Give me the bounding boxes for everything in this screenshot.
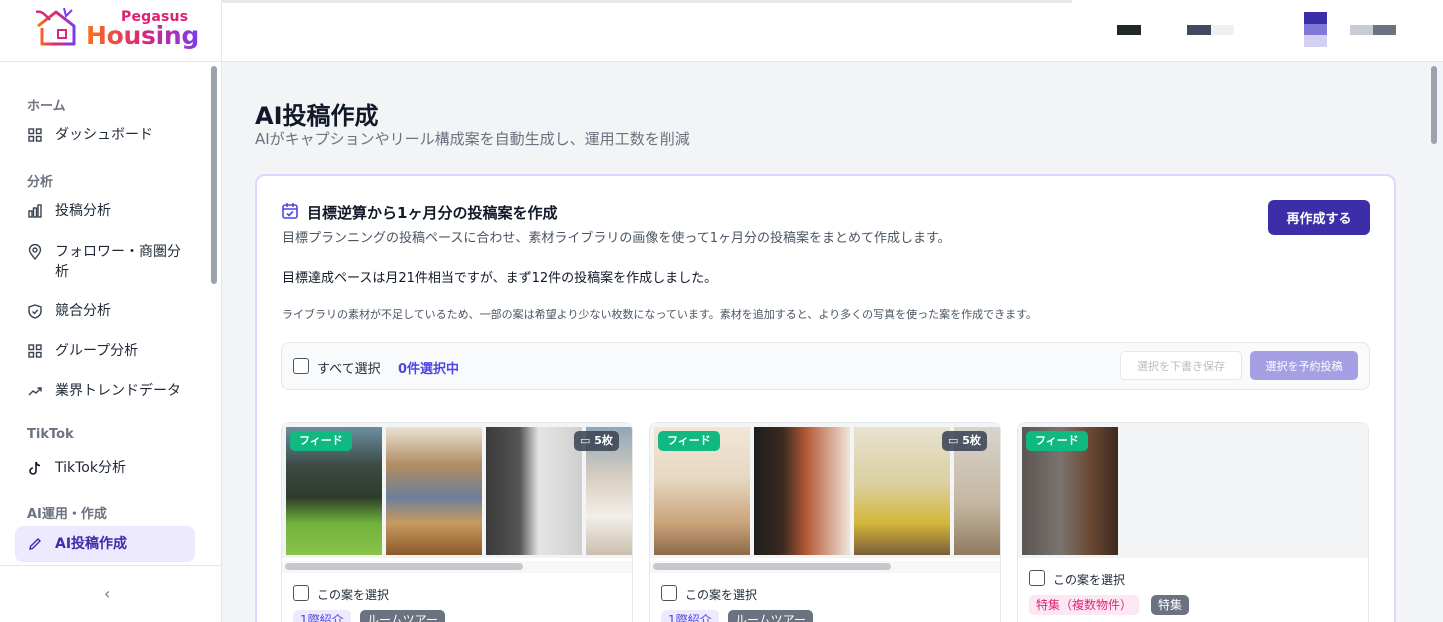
photo-count-text: 5枚 [594, 434, 613, 447]
proposal-checkbox[interactable] [1029, 570, 1045, 586]
sidebar-section-analysis: 分析 [27, 175, 54, 190]
photo-room-3 [854, 427, 950, 555]
photo-kitchen [486, 427, 582, 555]
select-all-label[interactable]: すべて選択 [317, 358, 381, 377]
proposal-checkbox[interactable] [293, 585, 309, 601]
tag-room-tour: ルームツアー [360, 610, 445, 622]
chevron-left-icon[interactable]: ‹ [104, 584, 110, 603]
card-note: ライブラリの素材が不足しているため、一部の案は希望より少ない枚数になっています。… [282, 308, 1038, 321]
sidebar-item-trends[interactable]: 業界トレンドデータ [15, 381, 195, 401]
bar-chart-icon [27, 201, 43, 221]
proposal-select-label[interactable]: この案を選択 [317, 586, 389, 603]
select-all-checkbox[interactable] [293, 358, 309, 374]
photo-carousel[interactable]: フィード ▭ 5枚 [282, 423, 632, 558]
photo-carousel[interactable]: フィード [1018, 423, 1368, 558]
feed-badge: フィード [290, 431, 352, 451]
feed-badge: フィード [658, 431, 720, 451]
proposal-card-2: フィード ▭ 5枚 この案を選択 1際紹介 ルームツアー [649, 422, 1001, 622]
avatar[interactable] [1304, 12, 1327, 24]
monthly-plan-card: 目標逆算から1ヶ月分の投稿案を作成 目標プランニングの投稿ペースに合わせ、素材ラ… [255, 174, 1396, 622]
avatar-mid [1304, 24, 1327, 35]
sidebar-item-label: AI投稿作成 [55, 536, 128, 552]
photo-living [386, 427, 482, 555]
sidebar-item-ai-post[interactable]: AI投稿作成 [15, 526, 195, 562]
sidebar-section-ai: AI運用・作成 [27, 507, 107, 522]
header-redacted-4[interactable] [1350, 25, 1373, 35]
tag-introduction: 1際紹介 [293, 610, 351, 622]
page-title: AI投稿作成 [255, 102, 379, 130]
header-divider [222, 0, 1072, 3]
sidebar-item-label: フォロワー・商圏分析 [55, 244, 181, 280]
tag-feature-multi: 特集（複数物件） [1029, 595, 1140, 615]
proposal-checkbox[interactable] [661, 585, 677, 601]
proposal-card-1: フィード ▭ 5枚 この案を選択 1際紹介 ルームツアー [281, 422, 633, 622]
images-icon: ▭ [580, 434, 591, 447]
sidebar-item-label: グループ分析 [55, 343, 139, 359]
grid-icon [27, 125, 43, 145]
sidebar-item-label: 業界トレンドデータ [55, 383, 181, 399]
photo-carousel[interactable]: フィード ▭ 5枚 [650, 423, 1000, 558]
sidebar-section-home: ホーム [27, 99, 66, 114]
sidebar-item-dashboard[interactable]: ダッシュボード [15, 125, 195, 145]
header-redacted-3[interactable] [1211, 25, 1234, 35]
regenerate-button[interactable]: 再作成する [1268, 200, 1370, 235]
selected-count: 0件選択中 [398, 362, 460, 377]
main-content: AI投稿作成 AIがキャプションやリール構成案を自動生成し、運用工数を削減 目標… [222, 62, 1443, 622]
tiktok-icon [27, 458, 43, 478]
calendar-check-icon [282, 203, 298, 219]
sidebar-item-follower-area[interactable]: フォロワー・商圏分析 [15, 242, 195, 282]
photo-count-badge: ▭ 5枚 [574, 431, 619, 451]
sidebar-item-competitor[interactable]: 競合分析 [15, 301, 195, 321]
card-summary: 目標達成ペースは月21件相当ですが、まず12件の投稿案を作成しました。 [282, 271, 718, 286]
photo-room-2 [754, 427, 850, 555]
avatar-bottom [1304, 35, 1327, 47]
tag-feature: 特集 [1151, 595, 1190, 615]
selection-toolbar: すべて選択 0件選択中 選択を下書き保存 選択を予約投稿 [281, 342, 1370, 390]
schedule-post-button[interactable]: 選択を予約投稿 [1250, 351, 1358, 380]
logo-text-large: Housing [86, 21, 199, 50]
main-scrollbar[interactable] [1431, 66, 1437, 144]
grid-icon [27, 341, 43, 361]
page-subtitle: AIがキャプションやリール構成案を自動生成し、運用工数を削減 [255, 130, 690, 148]
carousel-scrollbar[interactable] [285, 563, 523, 570]
header-redacted-5[interactable] [1373, 25, 1396, 35]
house-logo-icon [35, 7, 76, 46]
card-description: 目標プランニングの投稿ペースに合わせ、素材ライブラリの画像を使って1ヶ月分の投稿… [282, 231, 951, 246]
proposal-select-label[interactable]: この案を選択 [685, 586, 757, 603]
sidebar-item-group[interactable]: グループ分析 [15, 341, 195, 361]
save-draft-button[interactable]: 選択を下書き保存 [1120, 351, 1242, 380]
sidebar-item-label: TikTok分析 [55, 460, 126, 476]
carousel-scrollbar[interactable] [653, 563, 891, 570]
photo-count-badge: ▭ 5枚 [942, 431, 987, 451]
sidebar-footer: ‹ [0, 565, 221, 622]
tag-introduction: 1際紹介 [661, 610, 719, 622]
photo-count-text: 5枚 [962, 434, 981, 447]
sidebar-item-tiktok[interactable]: TikTok分析 [15, 458, 195, 478]
header-redacted-1[interactable] [1117, 25, 1141, 35]
trend-up-icon [27, 381, 43, 401]
shield-icon [27, 301, 43, 321]
map-pin-icon [27, 242, 43, 262]
sidebar-section-tiktok: TikTok [27, 427, 74, 442]
sidebar-item-label: 競合分析 [55, 303, 111, 319]
pencil-icon [27, 534, 43, 554]
card-title: 目標逆算から1ヶ月分の投稿案を作成 [307, 204, 558, 222]
proposal-select-label[interactable]: この案を選択 [1053, 571, 1125, 588]
images-icon: ▭ [948, 434, 959, 447]
sidebar-item-label: 投稿分析 [55, 203, 111, 219]
sidebar-item-post-analysis[interactable]: 投稿分析 [15, 201, 195, 221]
sidebar: ホーム ダッシュボード 分析 投稿分析 フォロワー・商圏分析 競合分析 グループ… [0, 62, 222, 622]
sidebar-scrollbar[interactable] [211, 66, 217, 284]
sidebar-item-label: ダッシュボード [55, 127, 153, 143]
tag-room-tour: ルームツアー [728, 610, 813, 622]
proposal-card-3: フィード この案を選択 特集（複数物件） 特集 [1017, 422, 1369, 622]
top-header: Pegasus Housing [0, 0, 1443, 62]
header-redacted-2[interactable] [1187, 25, 1211, 35]
feed-badge: フィード [1026, 431, 1088, 451]
logo[interactable]: Pegasus Housing [0, 0, 222, 62]
